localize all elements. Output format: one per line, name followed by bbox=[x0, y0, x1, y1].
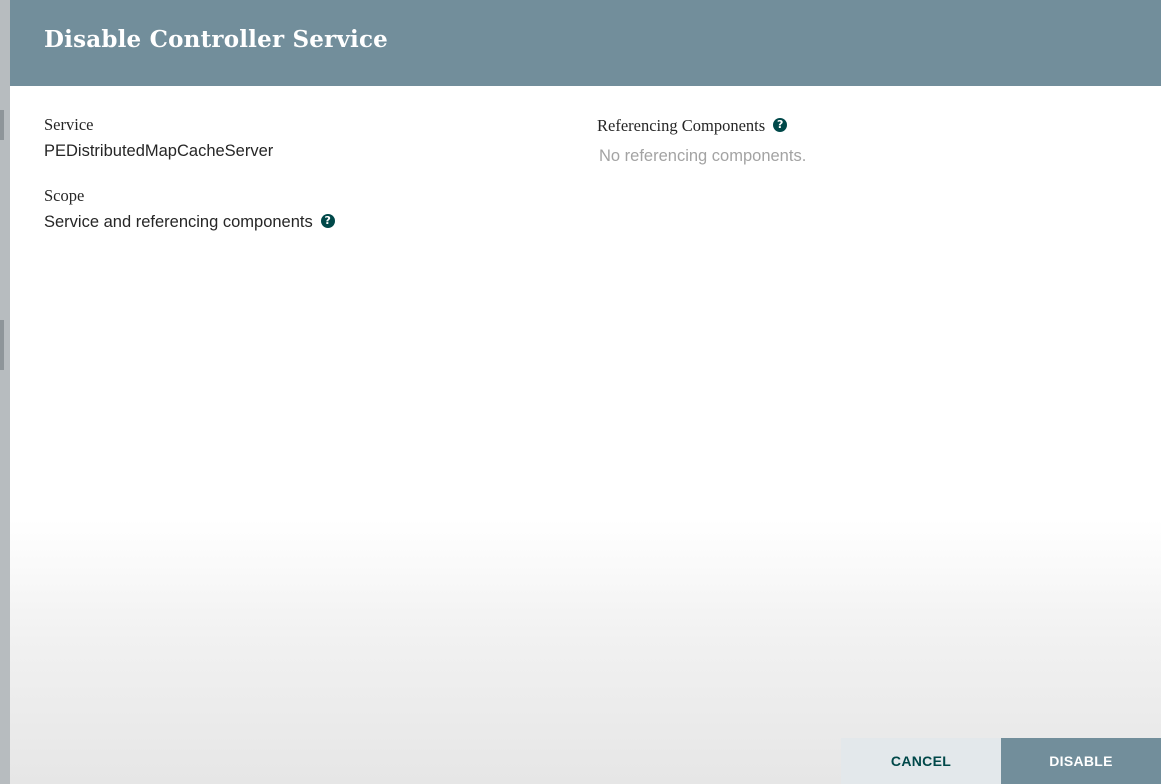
scope-value: Service and referencing components? bbox=[44, 213, 335, 232]
disable-button[interactable]: DISABLE bbox=[1001, 738, 1161, 784]
question-circle-icon[interactable]: ? bbox=[773, 118, 788, 133]
dialog-header: Disable Controller Service bbox=[10, 0, 1161, 86]
canvas-edge-mark bbox=[0, 320, 4, 370]
scope-value-text: Service and referencing components bbox=[44, 213, 313, 231]
service-label: Service bbox=[44, 115, 94, 134]
service-name-value: PEDistributedMapCacheServer bbox=[44, 142, 274, 160]
disable-controller-service-dialog: Disable Controller Service Service PEDis… bbox=[10, 0, 1161, 784]
question-circle-icon[interactable]: ? bbox=[320, 213, 335, 228]
no-referencing-components-text: No referencing components. bbox=[599, 147, 807, 165]
referencing-components-label: Referencing Components? bbox=[597, 116, 788, 136]
dialog-title: Disable Controller Service bbox=[44, 26, 388, 53]
background-canvas-edge bbox=[0, 0, 10, 784]
scope-label: Scope bbox=[44, 186, 85, 205]
referencing-components-label-text: Referencing Components bbox=[597, 116, 766, 135]
dialog-footer: CANCEL DISABLE bbox=[841, 738, 1161, 784]
canvas-edge-mark bbox=[0, 110, 4, 140]
cancel-button[interactable]: CANCEL bbox=[841, 738, 1001, 784]
